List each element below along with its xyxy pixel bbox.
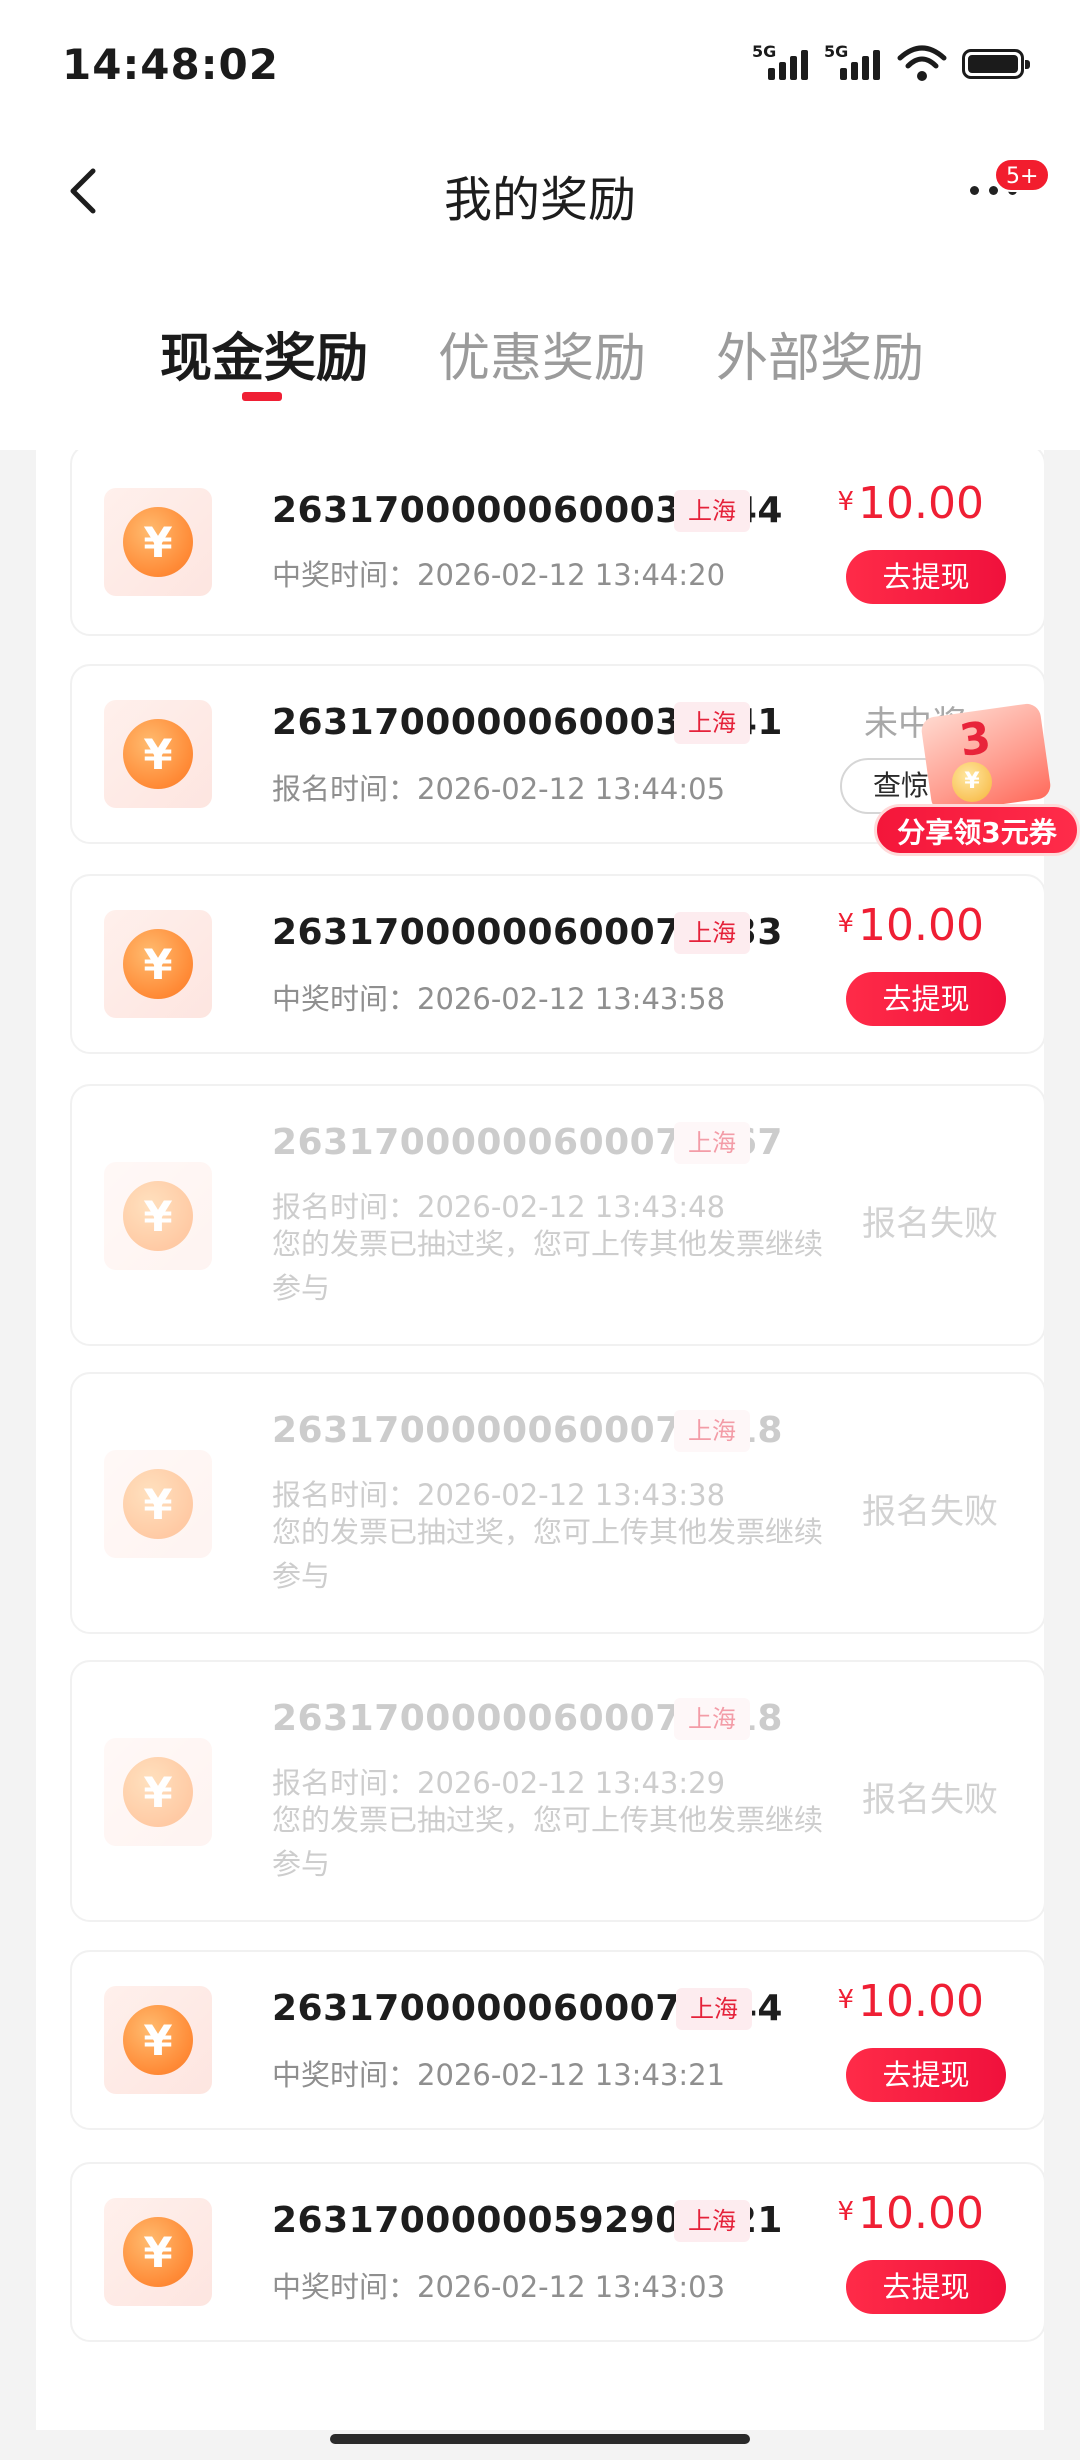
withdraw-button[interactable]: 去提现 (846, 972, 1006, 1026)
more-button[interactable]: 5+ (960, 158, 1051, 228)
reward-card[interactable]: ¥ 26317000000600072467 上海 报名时间：2026-02-1… (70, 1084, 1044, 1346)
page-title: 我的奖励 (443, 172, 636, 228)
time-line: 中奖时间：2026-02-12 13:43:21 (272, 2058, 726, 2092)
status-text: 报名失败 (862, 1492, 998, 1532)
status-text: 报名失败 (862, 1780, 998, 1820)
yuan-coin-icon: ¥ (104, 1986, 212, 2094)
reward-card[interactable]: ¥ 26317000000592906321 上海 中奖时间：2026-02-1… (70, 2162, 1044, 2342)
tab-discount-reward[interactable]: 优惠奖励 (438, 316, 646, 391)
reward-amount: ¥10.00 (837, 478, 984, 529)
yuan-coin-icon: ¥ (104, 1738, 212, 1846)
yuan-coin-icon: ¥ (104, 700, 212, 808)
time-line: 中奖时间：2026-02-12 13:44:20 (272, 558, 726, 592)
yuan-coin-icon: ¥ (104, 910, 212, 1018)
reward-card[interactable]: ¥ 26317000000600031744 上海 中奖时间：2026-02-1… (70, 450, 1044, 636)
time-line: 报名时间：2026-02-12 13:43:29 (272, 1766, 726, 1800)
city-tag: 上海 (674, 702, 750, 744)
time-line: 报名时间：2026-02-12 13:44:05 (272, 772, 726, 806)
reward-amount: ¥10.00 (837, 1976, 984, 2027)
coin-icon: ¥ (952, 762, 992, 802)
city-tag: 上海 (674, 912, 750, 954)
city-tag: 上海 (674, 1122, 750, 1164)
status-text: 报名失败 (862, 1204, 998, 1244)
yuan-coin-icon: ¥ (104, 488, 212, 596)
failure-note: 您的发票已抽过奖，您可上传其他发票继续参与 (272, 1227, 824, 1305)
city-tag: 上海 (676, 1988, 752, 2030)
cellular-signal-icon: 5G (752, 42, 810, 86)
city-tag: 上海 (674, 490, 750, 532)
wifi-icon (897, 45, 947, 81)
failure-note: 您的发票已抽过奖，您可上传其他发票继续参与 (272, 1515, 824, 1593)
city-tag: 上海 (674, 2200, 750, 2242)
withdraw-button[interactable]: 去提现 (846, 550, 1006, 604)
status-time: 14:48:02 (62, 40, 279, 89)
reward-amount: ¥10.00 (837, 900, 984, 951)
tab-external-reward[interactable]: 外部奖励 (716, 316, 924, 391)
yuan-coin-icon: ¥ (104, 1450, 212, 1558)
reward-amount: ¥10.00 (837, 2188, 984, 2239)
home-indicator[interactable] (330, 2434, 750, 2444)
yuan-coin-icon: ¥ (104, 1162, 212, 1270)
share-coupon-label: 分享领3元券 (874, 804, 1080, 856)
withdraw-button[interactable]: 去提现 (846, 2260, 1006, 2314)
nav-bar: 我的奖励 5+ (0, 130, 1080, 250)
cellular-signal-2-icon: 5G (824, 42, 882, 86)
reward-card[interactable]: ¥ 26317000000600072518 上海 报名时间：2026-02-1… (70, 1660, 1044, 1922)
reward-card[interactable]: ¥ 26317000000600072333 上海 中奖时间：2026-02-1… (70, 874, 1044, 1054)
reward-card[interactable]: ¥ 26317000000600072518 上海 报名时间：2026-02-1… (70, 1372, 1044, 1634)
time-line: 报名时间：2026-02-12 13:43:48 (272, 1190, 726, 1224)
withdraw-button[interactable]: 去提现 (846, 2048, 1006, 2102)
time-line: 报名时间：2026-02-12 13:43:38 (272, 1478, 726, 1512)
reward-tabs: 现金奖励 优惠奖励 外部奖励 (0, 250, 1080, 450)
notification-badge: 5+ (994, 158, 1051, 192)
yuan-coin-icon: ¥ (104, 2198, 212, 2306)
reward-card[interactable]: ¥ 26317000000600072344 上海 中奖时间：2026-02-1… (70, 1950, 1044, 2130)
time-line: 中奖时间：2026-02-12 13:43:03 (272, 2270, 726, 2304)
city-tag: 上海 (674, 1410, 750, 1452)
city-tag: 上海 (674, 1698, 750, 1740)
status-bar: 14:48:02 5G 5G (0, 0, 1080, 130)
status-icons: 5G 5G (752, 42, 1030, 86)
share-coupon-promo[interactable]: 3 ¥ 分享领3元券 (872, 700, 1080, 860)
tab-cash-reward[interactable]: 现金奖励 (160, 316, 368, 391)
active-tab-indicator (242, 392, 282, 401)
failure-note: 您的发票已抽过奖，您可上传其他发票继续参与 (272, 1803, 824, 1881)
battery-icon (962, 49, 1030, 79)
time-line: 中奖时间：2026-02-12 13:43:58 (272, 982, 726, 1016)
